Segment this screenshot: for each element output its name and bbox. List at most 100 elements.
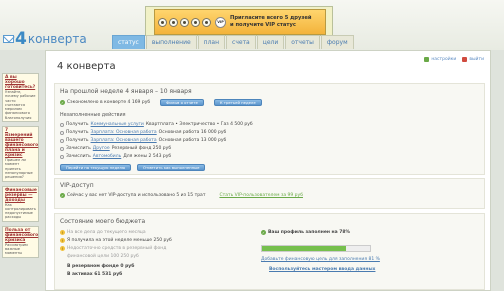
tab-forum[interactable]: форум [320, 35, 354, 49]
budget-row-text: финансовой цели 100 250 руб [67, 254, 139, 259]
saved-row: ✓ Сэкономлено в конверте 4 169 руб Фильм… [60, 99, 262, 106]
page-title: 4 конверта [57, 61, 116, 72]
friend-icon [158, 17, 167, 27]
pending-radio[interactable] [60, 146, 64, 151]
sidebar-article[interactable]: Польза от финансового кризиса Рассмотрим… [2, 225, 39, 258]
warning-icon: ! [60, 238, 65, 243]
invite-promo-banner[interactable]: VIP Пригласите всего 5 друзей и получите… [145, 6, 333, 36]
last-week-heading: На прошлой неделе 4 января – 10 января [60, 88, 192, 95]
pending-link[interactable]: Зарплата: Основная работа [91, 138, 157, 143]
profile-progress-bar [261, 245, 371, 252]
promo-line1: Пригласите всего 5 друзей [230, 15, 312, 21]
exit-label: выйти [469, 57, 484, 62]
pending-verb: Получить [66, 130, 89, 135]
check-icon: ✓ [261, 230, 266, 235]
check-icon: ✓ [60, 100, 65, 105]
sidebar-article[interactable]: Финансовые резервы — доходы Как контроли… [2, 185, 39, 222]
main-tabs: статус выполнение план счета цели отчеты… [112, 35, 354, 49]
pending-radio[interactable] [60, 138, 64, 143]
pending-verb: Получить [66, 122, 89, 127]
main-content: 4 конверта настройки выйти На прошлой не… [45, 50, 491, 291]
logo[interactable]: 4 конверта [3, 29, 87, 49]
page-actions: настройки выйти [424, 57, 484, 62]
goal-link[interactable]: Добавьте финансовую цель для заполнения … [261, 257, 380, 262]
active-text: В активах 61 531 руб [67, 272, 123, 277]
pending-radio[interactable] [60, 122, 64, 127]
active-row: В активах 61 531 руб [67, 272, 122, 277]
pending-link[interactable]: Автомобиль [93, 154, 121, 159]
sidebar-article-title[interactable]: 7 измерений вашего финансового плана и к… [5, 128, 38, 158]
profile-heading: Ваш профиль заполнен на 78% [268, 230, 351, 235]
budget-row-text: Недостаточно средств в резервный фонд [67, 246, 167, 251]
friend-icon [202, 17, 211, 27]
last-week-panel: На прошлой неделе 4 января – 10 января ✓… [54, 83, 485, 175]
pending-rest: Квартплата • Электричество • Газ 4 500 р… [145, 122, 253, 127]
budget-heading: Состояние моего бюджета [60, 218, 146, 225]
tab-accounts[interactable]: счета [226, 35, 256, 49]
friend-icon [180, 17, 189, 27]
master-link[interactable]: Воспользуйтесь мастером ввода данных [269, 267, 375, 272]
friend-icon [169, 17, 178, 27]
sidebar-article-desc: Рассмотрим важные моменты [5, 242, 28, 256]
logo-text: конверта [27, 32, 87, 46]
budget-row: финансовой цели 100 250 руб [67, 254, 139, 259]
tab-reports[interactable]: отчеты [285, 35, 320, 49]
sidebar: А вы хорошо готовитесь? Узнайте, почему … [2, 73, 39, 262]
pending-link[interactable]: Зарплата: Основная работа [91, 130, 157, 135]
reserve-text: В резервном фонде 0 руб [67, 264, 135, 269]
report-button[interactable]: Фильм о отчете [160, 99, 204, 106]
budget-row: ! На все дела до текущего месяца [60, 230, 146, 235]
tab-status[interactable]: статус [112, 35, 145, 49]
goal-row: Добавьте финансовую цель для заполнения … [261, 257, 380, 262]
vip-row: ✓ Сейчас у вас нет VIP-доступа и использ… [60, 193, 303, 198]
pending-radio[interactable] [60, 130, 64, 135]
tab-plan[interactable]: план [197, 35, 226, 49]
pending-link[interactable]: Другое [93, 146, 110, 151]
budget-panel: Состояние моего бюджета ! На все дела до… [54, 213, 485, 290]
promo-text: Пригласите всего 5 друзей и получите VIP… [230, 15, 312, 29]
warning-icon: ! [60, 230, 65, 235]
vip-upgrade-link[interactable]: Стать VIP-пользователем за 99 руб [219, 193, 303, 198]
sidebar-article-desc: Пришел ли момент принять непопулярные ре… [5, 158, 33, 180]
profile-progress-fill [262, 246, 347, 251]
pending-item: Зачислить Другое Резервный фонд 250 руб [60, 146, 171, 151]
vip-text: Сейчас у вас нет VIP-доступа и использов… [67, 193, 206, 198]
pending-item: Получить Зарплата: Основная работа Основ… [60, 130, 226, 135]
sidebar-article-title[interactable]: Финансовые резервы — доходы [5, 188, 37, 203]
vip-heading: VIP-доступ [60, 182, 94, 189]
warning-icon: ! [60, 246, 65, 251]
sidebar-article-desc: Как контролировать недопустимые расходы [5, 202, 36, 220]
settings-link[interactable]: настройки [424, 57, 456, 62]
pending-item: Зачислить Автомобиль Для жены 2 543 руб [60, 154, 171, 159]
sidebar-article-desc: Узнайте, почему рабочие часто считаются … [5, 90, 36, 120]
exit-icon [462, 57, 468, 62]
promo-line2: и получите VIP статус [230, 22, 296, 28]
go-current-week-button[interactable]: Перейти на текущую неделю [60, 164, 132, 171]
week-actions: Перейти на текущую неделю Отметить как в… [60, 164, 206, 171]
budget-row-text: Я получила на этой неделе меньше 250 руб [67, 238, 172, 243]
header: 4 конверта VIP Пригласите всего 5 друзей… [0, 0, 504, 50]
settings-label: настройки [431, 57, 457, 62]
pending-radio[interactable] [60, 154, 64, 159]
sidebar-article[interactable]: А вы хорошо готовитесь? Узнайте, почему … [2, 73, 39, 123]
budget-row: ! Я получила на этой неделе меньше 250 р… [60, 238, 172, 243]
pending-link[interactable]: Коммунальные услуги [91, 122, 144, 127]
friend-avatars [158, 17, 211, 27]
pending-item: Получить Зарплата: Основная работа Основ… [60, 138, 226, 143]
vip-badge-icon: VIP [215, 16, 226, 28]
sidebar-article-title[interactable]: Польза от финансового кризиса [5, 228, 38, 243]
sidebar-article[interactable]: 7 измерений вашего финансового плана и к… [2, 126, 39, 182]
gear-icon [424, 57, 430, 62]
saved-text: Сэкономлено в конверте 4 169 руб [67, 100, 151, 105]
mark-done-button[interactable]: Отметить как выполненные [137, 164, 206, 171]
pending-rest: Основная работа 16 000 руб [158, 130, 227, 135]
new-week-button[interactable]: К третьей неделе [213, 99, 262, 106]
check-icon: ✓ [60, 193, 65, 198]
budget-row: ! Недостаточно средств в резервный фонд [60, 246, 166, 251]
tab-goals[interactable]: цели [256, 35, 285, 49]
profile-row: ✓ Ваш профиль заполнен на 78% [261, 230, 350, 235]
exit-link[interactable]: выйти [462, 57, 484, 62]
sidebar-article-title[interactable]: А вы хорошо готовитесь? [5, 75, 36, 90]
tab-execution[interactable]: выполнение [145, 35, 197, 49]
pending-rest: Для жены 2 543 руб [123, 154, 172, 159]
